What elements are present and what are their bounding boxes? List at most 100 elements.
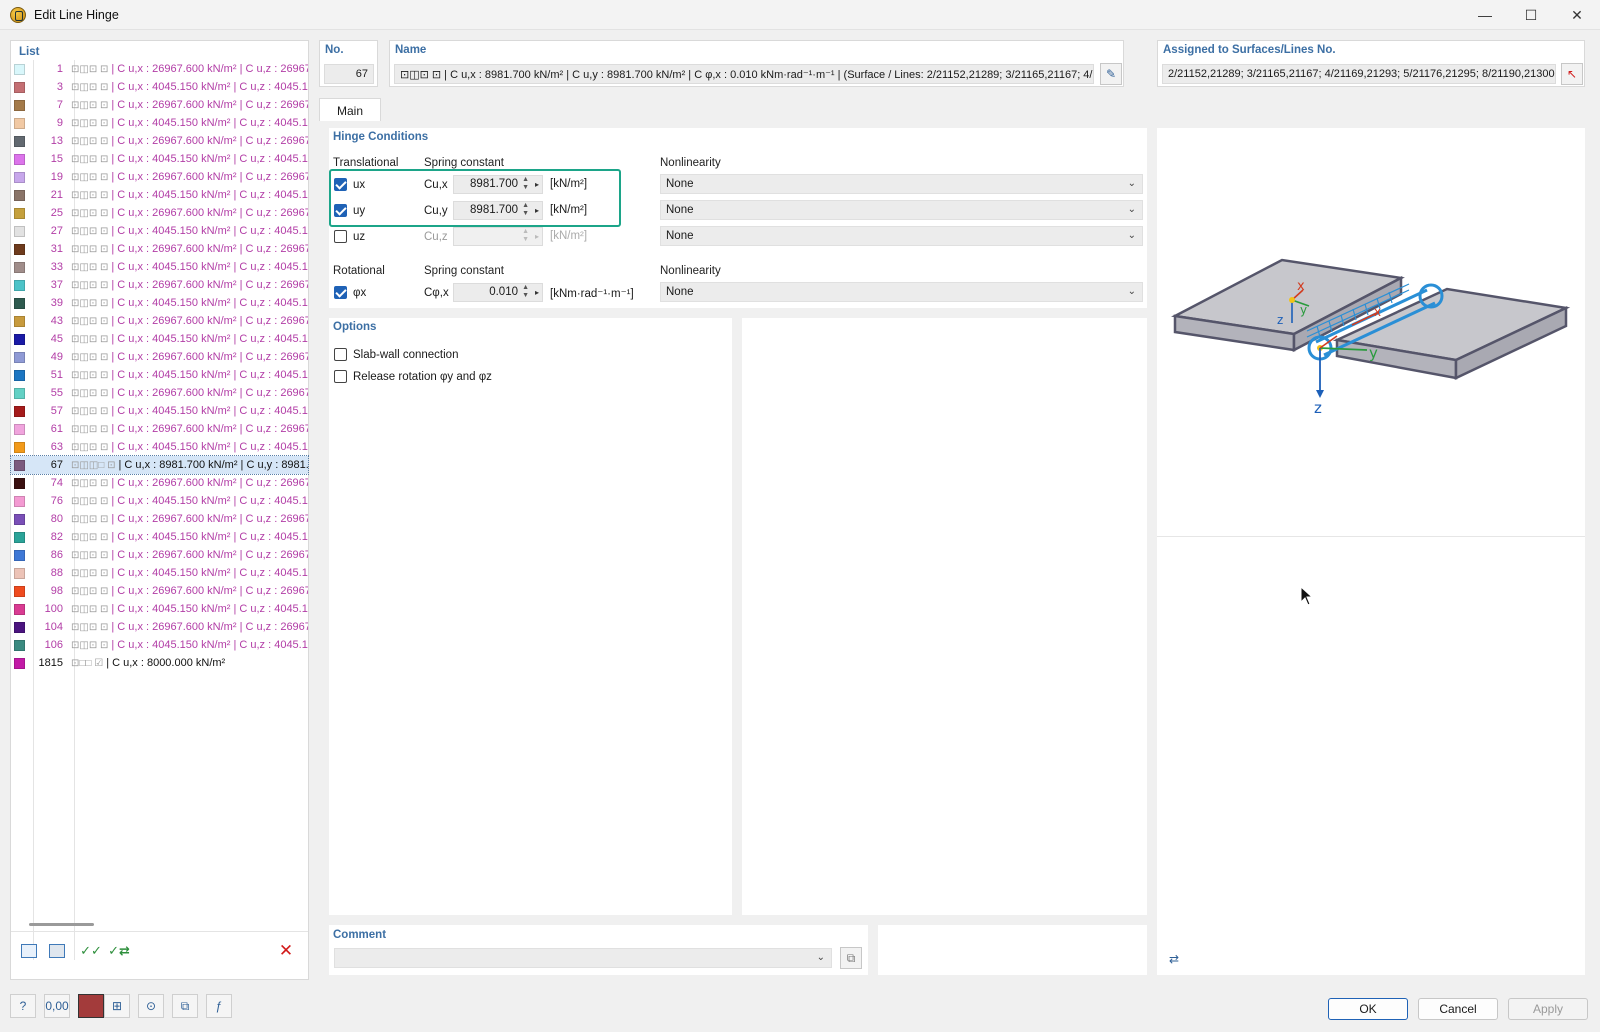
list-item[interactable]: 61 ⊡◫⊡ ⊡ | C u,x : 26967.600 kN/m² | C u,z…	[11, 420, 308, 438]
ux-nonlinearity-select[interactable]: None ⌄	[660, 174, 1143, 194]
mouse-cursor	[1300, 586, 1314, 606]
list-item-description: | C u,x : 26967.600 kN/m² | C u,z : 2696…	[111, 207, 308, 219]
list-item[interactable]: 39 ⊡◫⊡ ⊡ | C u,x : 4045.150 kN/m² | C u,z …	[11, 294, 308, 312]
hinge-type-icons: ⊡◫⊡ ⊡	[71, 369, 109, 381]
hinge-type-icons: ⊡◫⊡ ⊡	[71, 279, 109, 291]
list-item[interactable]: 49 ⊡◫⊡ ⊡ | C u,x : 26967.600 kN/m² | C u,z…	[11, 348, 308, 366]
list-panel: List 1 ⊡◫⊡ ⊡ | C u,x : 26967.600 kN/m² | C…	[10, 40, 309, 980]
list-item-description: | C u,x : 26967.600 kN/m² | C u,z : 2696…	[111, 351, 308, 363]
color-button[interactable]	[78, 994, 104, 1018]
slab-wall-checkbox[interactable]	[334, 348, 347, 361]
formula-button[interactable]: ƒ	[206, 994, 232, 1018]
list-item[interactable]: 1815 ⊡□□ ☑ | C u,x : 8000.000 kN/m²	[11, 654, 308, 672]
view-icon: ⊙	[145, 999, 157, 1013]
check-all-button[interactable]: ✓✓	[79, 940, 103, 962]
list-item[interactable]: 67 ⊡◫◫□ ⊡ | C u,x : 8981.700 kN/m² | C u,y…	[10, 455, 309, 475]
list-item[interactable]: 25 ⊡◫⊡ ⊡ | C u,x : 26967.600 kN/m² | C u,z…	[11, 204, 308, 222]
list-item[interactable]: 74 ⊡◫⊡ ⊡ | C u,x : 26967.600 kN/m² | C u,z…	[11, 474, 308, 492]
list-item[interactable]: 13 ⊡◫⊡ ⊡ | C u,x : 26967.600 kN/m² | C u,z…	[11, 132, 308, 150]
color-swatch	[14, 81, 25, 93]
list-item-description: | C u,x : 4045.150 kN/m² | C u,z : 4045.…	[111, 441, 308, 453]
list-item[interactable]: 19 ⊡◫⊡ ⊡ | C u,x : 26967.600 kN/m² | C u,z…	[11, 168, 308, 186]
uz-nonlinearity-select[interactable]: None ⌄	[660, 226, 1143, 246]
color-swatch	[14, 477, 25, 489]
comment-field[interactable]: ⌄	[334, 948, 832, 968]
list-item-number: 49	[50, 351, 63, 363]
list-item[interactable]: 51 ⊡◫⊡ ⊡ | C u,x : 4045.150 kN/m² | C u,z …	[11, 366, 308, 384]
close-button[interactable]: ✕	[1554, 0, 1600, 30]
options-section	[329, 318, 732, 915]
cancel-button[interactable]: Cancel	[1418, 998, 1498, 1020]
list-item-number: 45	[50, 333, 63, 345]
list-item[interactable]: 27 ⊡◫⊡ ⊡ | C u,x : 4045.150 kN/m² | C u,z …	[11, 222, 308, 240]
minimize-button[interactable]: —	[1462, 0, 1508, 30]
list-item[interactable]: 106 ⊡◫⊡ ⊡ | C u,x : 4045.150 kN/m² | C u,z…	[11, 636, 308, 654]
release-rotation-checkbox[interactable]	[334, 370, 347, 383]
list-item[interactable]: 104 ⊡◫⊡ ⊡ | C u,x : 26967.600 kN/m² | C u,…	[11, 618, 308, 636]
comment-extra-section	[878, 925, 1147, 975]
color-swatch	[14, 585, 25, 597]
name-field[interactable]: ⊡◫⊡ ⊡ | C u,x : 8981.700 kN/m² | C u,y :…	[394, 64, 1094, 84]
list-item[interactable]: 21 ⊡◫⊡ ⊡ | C u,x : 4045.150 kN/m² | C u,z …	[11, 186, 308, 204]
new-item-button[interactable]	[17, 940, 41, 962]
units-button[interactable]: 0,00	[44, 994, 70, 1018]
list-item[interactable]: 76 ⊡◫⊡ ⊡ | C u,x : 4045.150 kN/m² | C u,z …	[11, 492, 308, 510]
view-button[interactable]: ⊙	[138, 994, 164, 1018]
list-item[interactable]: 80 ⊡◫⊡ ⊡ | C u,x : 26967.600 kN/m² | C u,z…	[11, 510, 308, 528]
list-item[interactable]: 100 ⊡◫⊡ ⊡ | C u,x : 4045.150 kN/m² | C u,z…	[11, 600, 308, 618]
number-field[interactable]: 67	[324, 64, 374, 84]
list-item[interactable]: 63 ⊡◫⊡ ⊡ | C u,x : 4045.150 kN/m² | C u,z …	[11, 438, 308, 456]
tab-main[interactable]: Main	[319, 98, 381, 122]
list-item-description: | C u,x : 26967.600 kN/m² | C u,z : 2696…	[111, 243, 308, 255]
hinge-type-icons: ⊡◫⊡ ⊡	[71, 225, 109, 237]
horizontal-scrollbar[interactable]	[29, 923, 94, 926]
apply-button[interactable]: Apply	[1508, 998, 1588, 1020]
list-item-description: | C u,x : 4045.150 kN/m² | C u,z : 4045.…	[111, 117, 308, 129]
list-item[interactable]: 55 ⊡◫⊡ ⊡ | C u,x : 26967.600 kN/m² | C u,z…	[11, 384, 308, 402]
hinge-type-icons: ⊡◫⊡ ⊡	[71, 333, 109, 345]
list-item[interactable]: 57 ⊡◫⊡ ⊡ | C u,x : 4045.150 kN/m² | C u,z …	[11, 402, 308, 420]
list-item[interactable]: 37 ⊡◫⊡ ⊡ | C u,x : 26967.600 kN/m² | C u,z…	[11, 276, 308, 294]
help-button[interactable]: ?	[10, 994, 36, 1018]
list-item-description: | C u,x : 26967.600 kN/m² | C u,z : 2696…	[111, 135, 308, 147]
list-item[interactable]: 33 ⊡◫⊡ ⊡ | C u,x : 4045.150 kN/m² | C u,z …	[11, 258, 308, 276]
list-item[interactable]: 98 ⊡◫⊡ ⊡ | C u,x : 26967.600 kN/m² | C u,z…	[11, 582, 308, 600]
list-item[interactable]: 31 ⊡◫⊡ ⊡ | C u,x : 26967.600 kN/m² | C u,z…	[11, 240, 308, 258]
list-item[interactable]: 82 ⊡◫⊡ ⊡ | C u,x : 4045.150 kN/m² | C u,z …	[11, 528, 308, 546]
list-item[interactable]: 15 ⊡◫⊡ ⊡ | C u,x : 4045.150 kN/m² | C u,z …	[11, 150, 308, 168]
phix-checkbox[interactable]	[334, 286, 347, 299]
color-swatch	[14, 63, 25, 75]
color-swatch	[14, 261, 25, 273]
comment-library-button[interactable]: ⧉	[840, 947, 862, 969]
list-item-number: 33	[50, 261, 63, 273]
check-toggle-button[interactable]: ✓⇄	[107, 940, 131, 962]
list-item-number: 57	[50, 405, 63, 417]
list-item-number: 15	[50, 153, 63, 165]
hinge-list: 1 ⊡◫⊡ ⊡ | C u,x : 26967.600 kN/m² | C u,z …	[10, 60, 309, 672]
list-item[interactable]: 88 ⊡◫⊡ ⊡ | C u,x : 4045.150 kN/m² | C u,z …	[11, 564, 308, 582]
list-item-description: | C u,x : 4045.150 kN/m² | C u,z : 4045.…	[111, 81, 308, 93]
assigned-field[interactable]: 2/21152,21289; 3/21165,21167; 4/21169,21…	[1162, 64, 1556, 84]
list-item[interactable]: 7 ⊡◫⊡ ⊡ | C u,x : 26967.600 kN/m² | C u,z …	[11, 96, 308, 114]
view-options-button[interactable]: ⇄	[1163, 948, 1185, 970]
delete-button[interactable]: ✕	[274, 940, 298, 962]
list-item[interactable]: 1 ⊡◫⊡ ⊡ | C u,x : 26967.600 kN/m² | C u,z …	[11, 60, 308, 78]
list-item[interactable]: 9 ⊡◫⊡ ⊡ | C u,x : 4045.150 kN/m² | C u,z :…	[11, 114, 308, 132]
list-item[interactable]: 86 ⊡◫⊡ ⊡ | C u,x : 26967.600 kN/m² | C u,z…	[11, 546, 308, 564]
list-item-number: 31	[50, 243, 63, 255]
maximize-button[interactable]: ☐	[1508, 0, 1554, 30]
display-button[interactable]: ⊞	[104, 994, 130, 1018]
model-button[interactable]: ⧉	[172, 994, 198, 1018]
list-item[interactable]: 43 ⊡◫⊡ ⊡ | C u,x : 26967.600 kN/m² | C u,z…	[11, 312, 308, 330]
cphix-input[interactable]: 0.010 ▲ ▼ ▸	[453, 283, 543, 302]
uz-checkbox[interactable]	[334, 230, 347, 243]
list-item[interactable]: 3 ⊡◫⊡ ⊡ | C u,x : 4045.150 kN/m² | C u,z :…	[11, 78, 308, 96]
pick-surfaces-button[interactable]: ↖	[1561, 63, 1583, 85]
uy-nonlinearity-select[interactable]: None ⌄	[660, 200, 1143, 220]
copy-item-button[interactable]	[45, 940, 69, 962]
list-item-description: | C u,x : 4045.150 kN/m² | C u,z : 4045.…	[111, 639, 308, 651]
phix-nonlinearity-select[interactable]: None ⌄	[660, 282, 1143, 302]
list-item[interactable]: 45 ⊡◫⊡ ⊡ | C u,x : 4045.150 kN/m² | C u,z …	[11, 330, 308, 348]
edit-name-button[interactable]: ✎	[1100, 63, 1122, 85]
ok-button[interactable]: OK	[1328, 998, 1408, 1020]
